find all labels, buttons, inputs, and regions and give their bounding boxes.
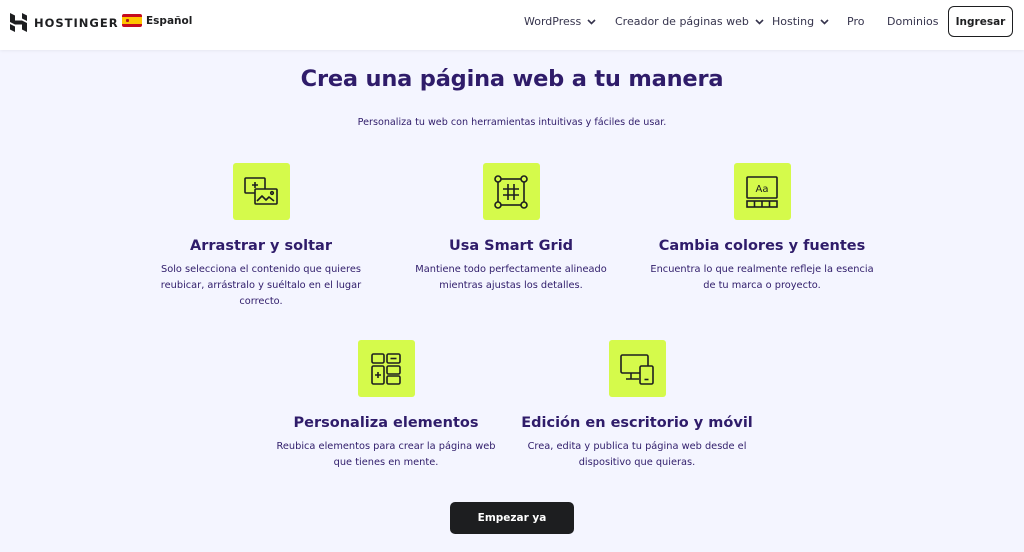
- login-button[interactable]: Ingresar: [948, 6, 1013, 37]
- feature-customize-elements: Personaliza elementos Reubica elementos …: [261, 340, 511, 471]
- hostinger-logo-icon: [10, 13, 27, 32]
- nav-item-label: Dominios: [887, 15, 939, 28]
- feature-title: Arrastrar y soltar: [190, 238, 332, 254]
- feature-colors-fonts: Aa Cambia colores y fuentes Encuentra lo…: [637, 163, 887, 294]
- drag-drop-images-icon: [244, 176, 278, 205]
- feature-icon-box: [232, 163, 290, 220]
- feature-title: Edición en escritorio y móvil: [521, 415, 753, 431]
- nav-item-wordpress[interactable]: WordPress: [524, 15, 596, 28]
- feature-description: Encuentra lo que realmente refleje la es…: [650, 264, 874, 291]
- feature-title: Usa Smart Grid: [448, 238, 574, 254]
- feature-drag-drop: Arrastrar y soltar Solo selecciona el co…: [136, 163, 386, 310]
- feature-description: Mantiene todo perfectamente alineado mie…: [415, 264, 607, 291]
- feature-title: Personaliza elementos: [293, 415, 479, 431]
- nav-item-label: Pro: [847, 15, 865, 28]
- language-selector[interactable]: Español: [122, 14, 192, 27]
- feature-description: Solo selecciona el contenido que quieres…: [160, 264, 362, 307]
- page-subtitle: Personaliza tu web con herramientas intu…: [357, 117, 667, 128]
- chevron-down-icon: [587, 18, 596, 25]
- nav-item-domains[interactable]: Dominios: [887, 15, 938, 28]
- feature-icon-box: Aa: [733, 163, 791, 220]
- feature-description: Crea, edita y publica tu página web desd…: [527, 441, 747, 468]
- page-title: Crea una página web a tu manera: [300, 66, 724, 92]
- nav-item-hosting[interactable]: Hosting: [772, 15, 829, 28]
- feature-icon-box: [482, 163, 540, 220]
- nav-item-pro[interactable]: Pro: [847, 15, 864, 28]
- fonts-colors-icon: Aa: [746, 175, 778, 208]
- smart-grid-icon: [494, 174, 528, 209]
- chevron-down-icon: [755, 18, 764, 25]
- spain-flag-icon: [122, 14, 142, 27]
- layout-elements-icon: [371, 352, 401, 385]
- navbar: HOSTINGER Español WordPress Creador de p…: [0, 0, 1024, 50]
- desktop-mobile-icon: [620, 353, 654, 385]
- chevron-down-icon: [820, 18, 829, 25]
- feature-desktop-mobile: Edición en escritorio y móvil Crea, edit…: [512, 340, 762, 471]
- nav-item-label: Creador de páginas web: [615, 15, 749, 28]
- nav-item-label: Hosting: [772, 15, 815, 28]
- feature-smart-grid: Usa Smart Grid Mantiene todo perfectamen…: [386, 163, 636, 294]
- get-started-button[interactable]: Empezar ya: [450, 502, 574, 534]
- nav-item-website-builder[interactable]: Creador de páginas web: [615, 15, 764, 28]
- hostinger-logo-link[interactable]: HOSTINGER: [10, 13, 119, 32]
- feature-description: Reubica elementos para crear la página w…: [276, 441, 496, 468]
- svg-text:Aa: Aa: [756, 184, 769, 195]
- language-label: Español: [146, 14, 193, 27]
- feature-title: Cambia colores y fuentes: [658, 238, 866, 254]
- feature-icon-box: [357, 340, 415, 397]
- nav-item-label: WordPress: [524, 15, 582, 28]
- feature-icon-box: [608, 340, 666, 397]
- brand-name: HOSTINGER: [34, 15, 119, 30]
